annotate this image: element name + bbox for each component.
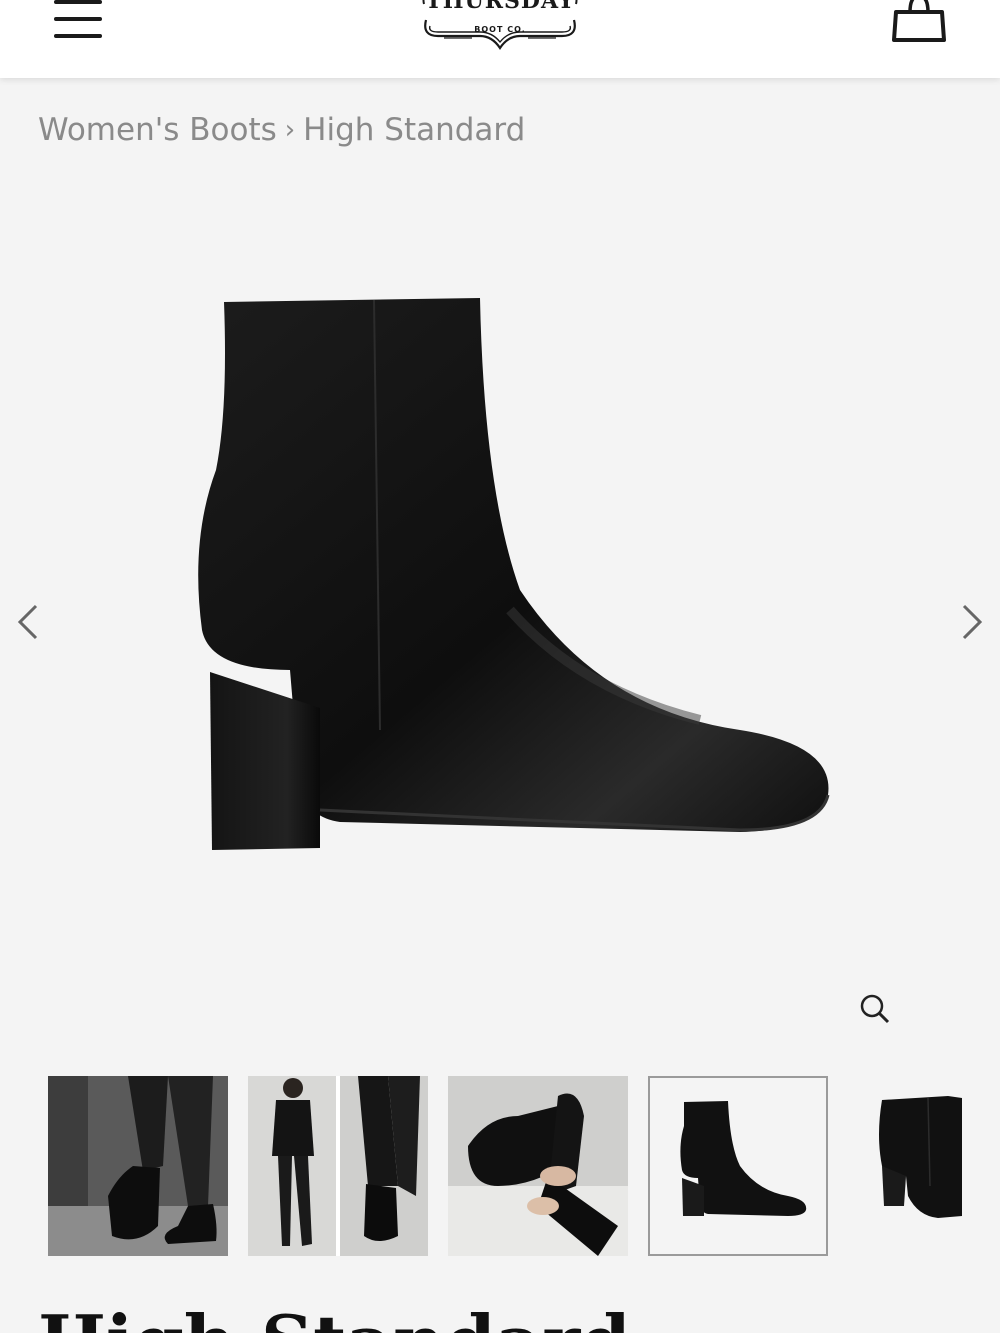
brand-logo[interactable]: THURSDAY BOOT CO. (420, 0, 580, 68)
brand-name: THURSDAY (425, 0, 575, 14)
breadcrumb-womens-boots[interactable]: Women's Boots (38, 112, 277, 148)
breadcrumb: Women's Boots › High Standard (38, 112, 525, 148)
zoom-button[interactable] (856, 990, 896, 1030)
thumbnail-lifestyle-street[interactable] (48, 1076, 228, 1256)
thumbnail-image (448, 1076, 628, 1256)
thumbnail-strip (48, 1076, 1000, 1256)
menu-button[interactable] (52, 0, 106, 40)
cart-button[interactable] (888, 0, 950, 46)
menu-bar-bottom (54, 34, 102, 38)
magnifier-icon (860, 994, 890, 1024)
menu-bar-top (54, 0, 102, 4)
product-image-boot (198, 298, 830, 850)
product-image-carousel (0, 180, 1000, 1060)
carousel-prev-button[interactable] (8, 600, 48, 644)
breadcrumb-separator: › (284, 115, 296, 145)
carousel-next-button[interactable] (952, 600, 992, 644)
thumbnail-lifestyle-outfit[interactable] (248, 1076, 428, 1256)
chevron-left-icon (17, 604, 38, 640)
breadcrumb-current: High Standard (303, 112, 526, 148)
thumbnail-image (879, 1096, 962, 1218)
product-title: High Standard (38, 1306, 631, 1333)
shopping-bag-icon (892, 0, 946, 42)
thumbnail-product-side[interactable] (648, 1076, 828, 1256)
site-header: THURSDAY BOOT CO. (0, 0, 1000, 78)
menu-bar-middle (54, 17, 102, 21)
thumbnail-image (48, 1076, 228, 1256)
thumbnail-image (248, 1076, 428, 1256)
thumbnail-detail-zipper[interactable] (448, 1076, 628, 1256)
thumbnail-image (680, 1101, 807, 1216)
thumbnail-product-angle[interactable] (848, 1076, 962, 1256)
chevron-right-icon (962, 604, 983, 640)
brand-subtitle: BOOT CO. (474, 25, 526, 34)
